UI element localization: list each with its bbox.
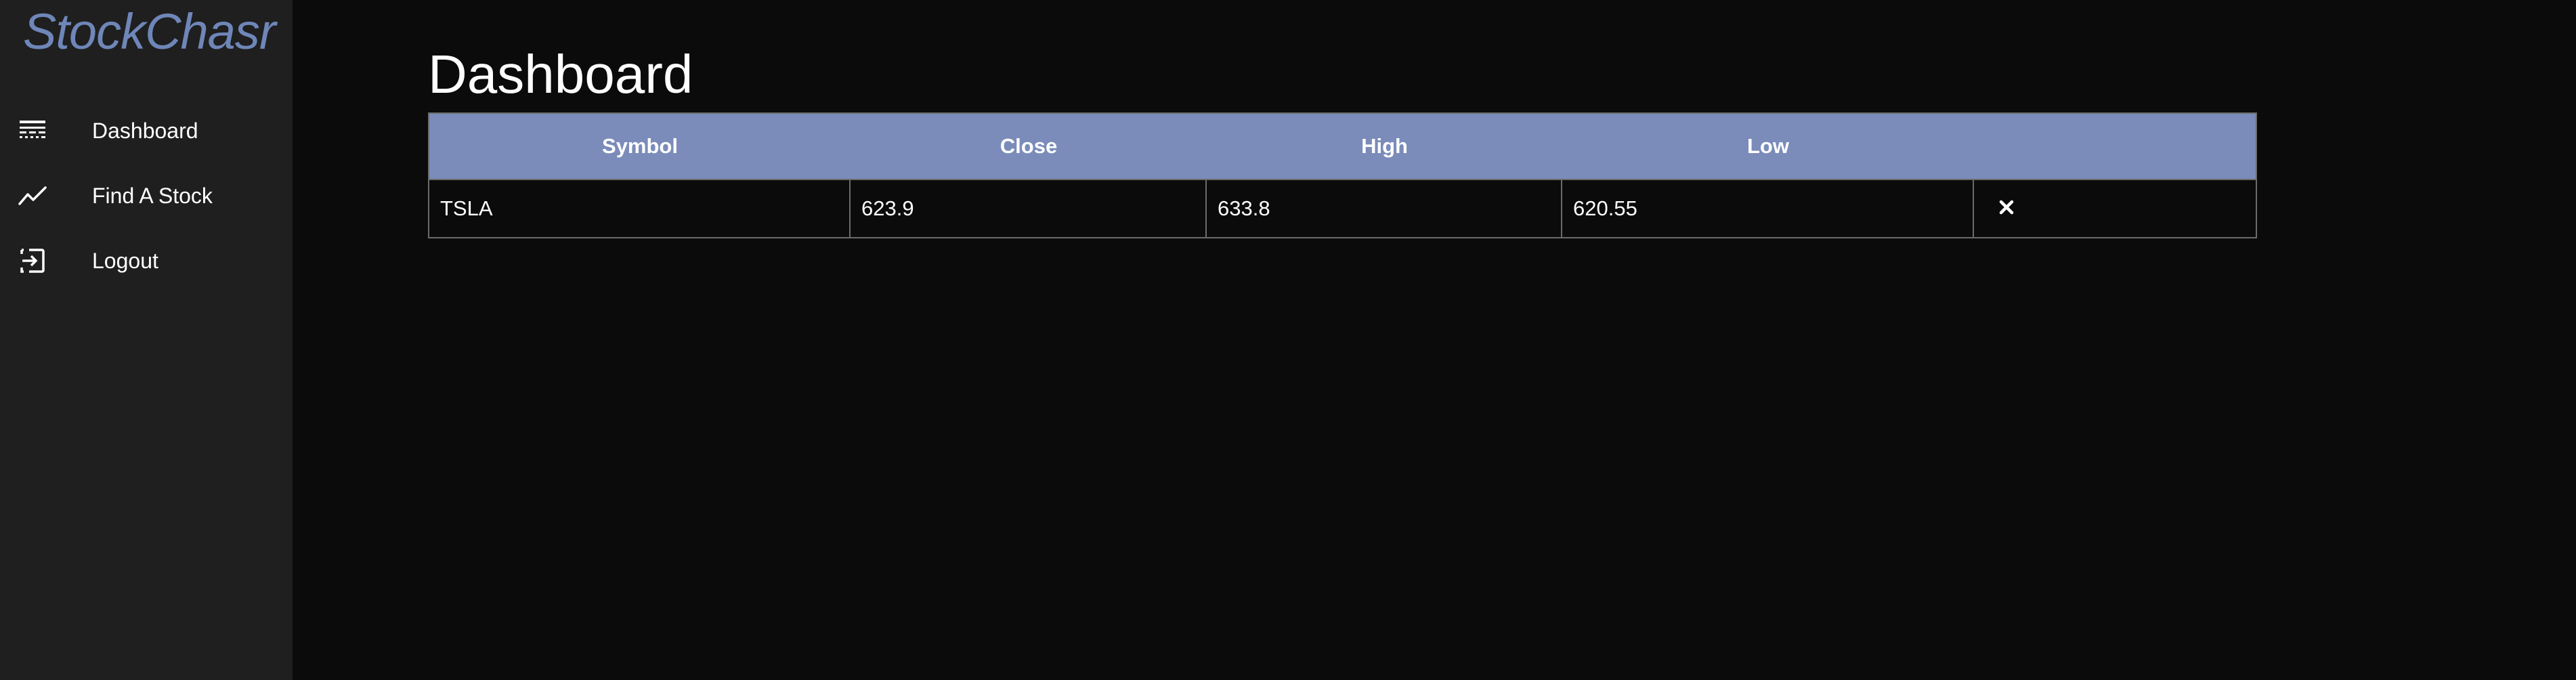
column-header-close[interactable]: Close (851, 114, 1207, 179)
app-logo[interactable]: StockChasr (23, 3, 276, 60)
cell-high: 633.8 (1207, 180, 1562, 237)
remove-stock-button[interactable] (1993, 195, 2020, 222)
sidebar: StockChasr Dashboard Find A Stock Logout (0, 0, 293, 680)
page-title: Dashboard (428, 43, 693, 104)
sidebar-item-logout[interactable]: Logout (0, 228, 293, 293)
app-window: StockChasr Dashboard Find A Stock Logout… (0, 0, 2576, 680)
cell-low: 620.55 (1562, 180, 1974, 237)
sidebar-item-dashboard[interactable]: Dashboard (0, 98, 293, 163)
main-content: Dashboard Symbol Close High Low TSLA 623… (293, 0, 2576, 680)
column-header-high[interactable]: High (1207, 114, 1562, 179)
sidebar-item-label: Logout (92, 248, 158, 273)
sidebar-item-label: Find A Stock (92, 183, 213, 208)
stocks-table: Symbol Close High Low TSLA 623.9 633.8 6… (428, 112, 2257, 238)
sidebar-item-label: Dashboard (92, 118, 198, 143)
dashboard-icon (18, 116, 47, 145)
cell-actions (1974, 180, 2256, 237)
sidebar-nav: Dashboard Find A Stock Logout (0, 98, 293, 293)
sidebar-item-find-a-stock[interactable]: Find A Stock (0, 163, 293, 228)
table-row[interactable]: TSLA 623.9 633.8 620.55 (429, 179, 2256, 237)
close-icon (1998, 196, 2015, 221)
column-header-low[interactable]: Low (1562, 114, 1974, 179)
table-header: Symbol Close High Low (429, 114, 2256, 179)
cell-symbol: TSLA (429, 180, 851, 237)
column-header-symbol[interactable]: Symbol (429, 114, 851, 179)
column-header-actions (1974, 114, 2256, 179)
cell-close: 623.9 (851, 180, 1207, 237)
trending-up-icon (18, 182, 47, 210)
logout-icon (18, 247, 47, 275)
